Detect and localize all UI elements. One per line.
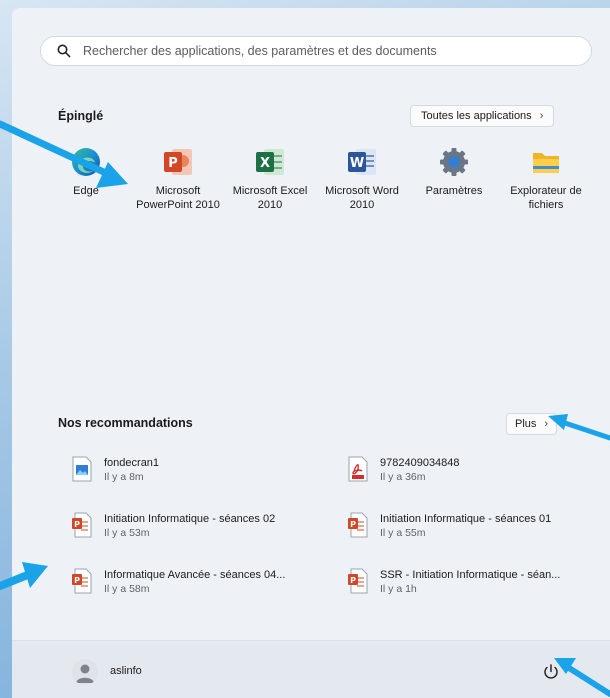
- word-icon: W: [346, 146, 378, 178]
- excel-icon: X: [254, 146, 286, 178]
- recommended-item[interactable]: P SSR - Initiation Informatique - séan..…: [348, 568, 598, 596]
- app-label: Microsoft Excel 2010: [232, 185, 308, 211]
- chevron-right-icon: ›: [544, 418, 549, 430]
- start-menu: Rechercher des applications, des paramèt…: [12, 8, 610, 698]
- svg-text:P: P: [74, 520, 80, 529]
- pinned-title: Épinglé: [58, 109, 104, 123]
- person-icon: [76, 664, 94, 683]
- user-avatar[interactable]: [72, 659, 98, 685]
- powerpoint-file-icon: P: [348, 512, 368, 538]
- item-name: Initiation Informatique - séances 02: [104, 513, 276, 525]
- start-footer: aslinfo: [12, 640, 610, 698]
- powerpoint-file-icon: P: [72, 512, 92, 538]
- item-name: 9782409034848: [380, 457, 460, 469]
- user-name[interactable]: aslinfo: [110, 665, 142, 677]
- recommended-item[interactable]: P Initiation Informatique - séances 02 I…: [72, 512, 322, 540]
- recommended-item[interactable]: P Informatique Avancée - séances 04... I…: [72, 568, 322, 596]
- svg-text:X: X: [260, 156, 270, 171]
- svg-text:P: P: [350, 576, 356, 585]
- item-name: SSR - Initiation Informatique - séan...: [380, 569, 561, 581]
- more-label: Plus: [515, 418, 537, 430]
- pdf-file-icon: [348, 456, 368, 482]
- search-placeholder: Rechercher des applications, des paramèt…: [83, 44, 437, 58]
- more-button[interactable]: Plus ›: [506, 413, 558, 435]
- app-label: Microsoft Word 2010: [325, 185, 399, 211]
- item-time: Il y a 8m: [104, 471, 144, 483]
- all-apps-label: Toutes les applications: [421, 110, 532, 122]
- recommended-item[interactable]: P Initiation Informatique - séances 01 I…: [348, 512, 598, 540]
- power-button[interactable]: [542, 663, 560, 681]
- search-icon: [57, 44, 71, 58]
- app-label: Edge: [73, 185, 99, 197]
- edge-icon: [70, 146, 102, 178]
- item-name: Initiation Informatique - séances 01: [380, 513, 552, 525]
- power-icon: [544, 664, 558, 679]
- folder-icon: [530, 146, 562, 178]
- svg-text:P: P: [74, 576, 80, 585]
- pinned-app-settings[interactable]: Paramètres: [408, 146, 500, 212]
- search-box[interactable]: Rechercher des applications, des paramèt…: [40, 36, 592, 66]
- pinned-app-powerpoint[interactable]: P Microsoft PowerPoint 2010: [132, 146, 224, 212]
- svg-text:P: P: [168, 156, 178, 171]
- chevron-right-icon: ›: [539, 110, 544, 122]
- recommended-item[interactable]: fondecran1 Il y a 8m: [72, 456, 322, 484]
- powerpoint-icon: P: [162, 146, 194, 178]
- app-label: Paramètres: [425, 185, 483, 197]
- item-time: Il y a 1h: [380, 583, 417, 595]
- app-label: Microsoft PowerPoint 2010: [136, 185, 220, 211]
- recommended-item[interactable]: 9782409034848 Il y a 36m: [348, 456, 598, 484]
- pinned-apps: Edge P Microsoft PowerPoint 2010 X Micro…: [40, 146, 600, 212]
- app-label: Explorateur de fichiers: [510, 185, 582, 211]
- pinned-app-excel[interactable]: X Microsoft Excel 2010: [224, 146, 316, 212]
- item-time: Il y a 58m: [104, 583, 150, 595]
- svg-text:P: P: [350, 520, 356, 529]
- powerpoint-file-icon: P: [72, 568, 92, 594]
- pinned-app-file-explorer[interactable]: Explorateur de fichiers: [500, 146, 592, 212]
- item-time: Il y a 55m: [380, 527, 426, 539]
- pinned-app-edge[interactable]: Edge: [40, 146, 132, 212]
- svg-text:W: W: [350, 156, 364, 171]
- item-time: Il y a 53m: [104, 527, 150, 539]
- item-name: fondecran1: [104, 457, 160, 469]
- all-apps-button[interactable]: Toutes les applications ›: [410, 105, 555, 127]
- item-name: Informatique Avancée - séances 04...: [104, 569, 286, 581]
- recommended-title: Nos recommandations: [58, 416, 193, 430]
- pinned-app-word[interactable]: W Microsoft Word 2010: [316, 146, 408, 212]
- settings-icon: [438, 146, 470, 178]
- image-file-icon: [72, 456, 92, 482]
- powerpoint-file-icon: P: [348, 568, 368, 594]
- item-time: Il y a 36m: [380, 471, 426, 483]
